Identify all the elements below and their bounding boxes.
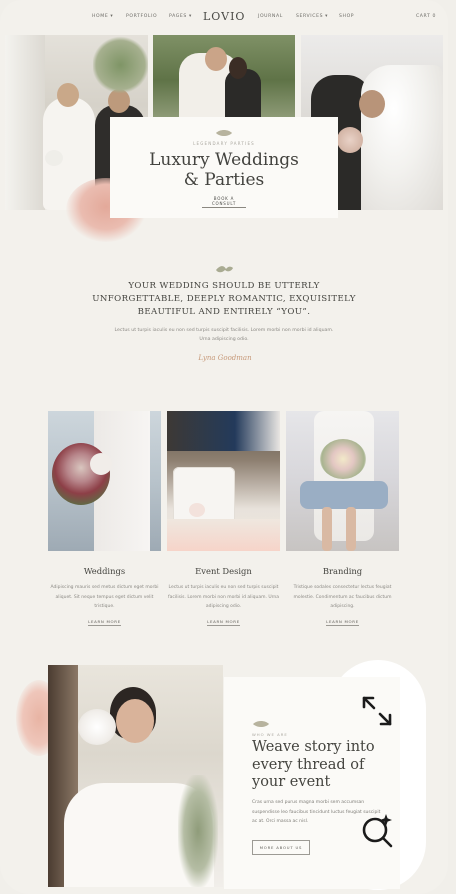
- service-photo-branding: [286, 411, 399, 551]
- learn-more-event-design[interactable]: LEARN MORE: [167, 619, 280, 626]
- nav-item-pages[interactable]: PAGES ▾: [169, 14, 192, 19]
- nav-item-home[interactable]: HOME ▾: [92, 14, 113, 19]
- service-title-event-design: Event Design: [195, 566, 252, 576]
- hero-title-line2: & Parties: [183, 170, 265, 190]
- intro-body: Lectus ut turpis iaculis eu non sed turp…: [114, 328, 334, 342]
- learn-more-label[interactable]: LEARN MORE: [88, 619, 121, 626]
- service-title-branding: Branding: [322, 566, 363, 576]
- signature: Lyna Goodman: [198, 354, 252, 362]
- search-sparkle-icon[interactable]: [360, 812, 396, 848]
- hero-card: LEGENDARY PARTIES Luxury Weddings & Part…: [110, 117, 338, 218]
- about-title: Weave story into every thread of your ev…: [252, 739, 392, 792]
- leaf-sprig-icon: [216, 266, 233, 273]
- service-body-weddings: Adipiscing mauris sed metus dictum eget …: [50, 585, 159, 609]
- about-title-line3: your event: [252, 774, 331, 790]
- nav-item-journal[interactable]: JOURNAL: [258, 14, 283, 19]
- page-frame: HOME ▾ PORTFOLIO PAGES ▾ LOVIO JOURNAL S…: [0, 0, 448, 894]
- intro-heading: YOUR WEDDING SHOULD BE UTTERLY UNFORGETT…: [92, 281, 356, 317]
- nav-item-shop[interactable]: SHOP: [339, 14, 354, 19]
- leaf-mark-icon: [216, 130, 232, 136]
- about-eyebrow: WHO WE ARE: [252, 732, 288, 737]
- nav-item-portfolio[interactable]: PORTFOLIO: [126, 14, 157, 19]
- expand-icon[interactable]: [360, 694, 394, 728]
- hero-eyebrow: LEGENDARY PARTIES: [193, 141, 255, 146]
- site-logo[interactable]: LOVIO: [203, 10, 245, 23]
- service-body-branding: Tristique sodales consectetur lectus feu…: [293, 585, 392, 609]
- hero-title-line1: Luxury Weddings: [149, 150, 299, 170]
- about-photo-bride: [48, 665, 223, 887]
- learn-more-label[interactable]: LEARN MORE: [326, 619, 359, 626]
- more-about-us-button[interactable]: MORE ABOUT US: [252, 840, 310, 855]
- service-body-event-design: Lectus ut turpis iaculis eu non sed turp…: [168, 585, 279, 609]
- service-photo-event-design: [167, 411, 280, 551]
- service-photo-weddings: [48, 411, 161, 551]
- book-consult-button[interactable]: BOOK A CONSULT: [202, 196, 246, 208]
- learn-more-branding[interactable]: LEARN MORE: [286, 619, 399, 626]
- top-nav: HOME ▾ PORTFOLIO PAGES ▾ LOVIO JOURNAL S…: [0, 8, 448, 28]
- leaf-mark-icon: [253, 721, 269, 727]
- about-title-line1: Weave story into: [252, 739, 375, 755]
- learn-more-label[interactable]: LEARN MORE: [207, 619, 240, 626]
- hero-photo-couple-garden: [153, 35, 295, 117]
- learn-more-weddings[interactable]: LEARN MORE: [48, 619, 161, 626]
- about-title-line2: every thread of: [252, 756, 365, 773]
- nav-cart[interactable]: CART 0: [416, 14, 436, 19]
- service-title-weddings: Weddings: [83, 566, 126, 576]
- hero-title: Luxury Weddings & Parties: [110, 150, 338, 190]
- nav-item-services[interactable]: SERVICES ▾: [296, 14, 328, 19]
